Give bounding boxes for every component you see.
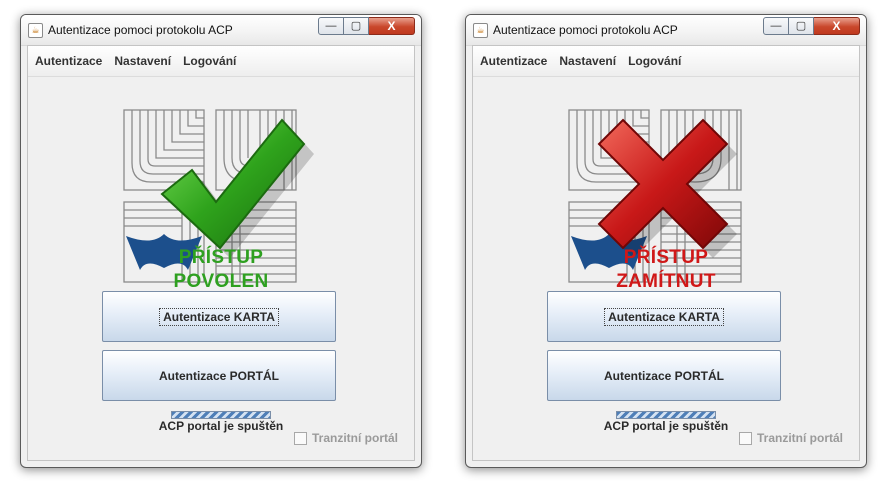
karta-auth-button[interactable]: Autentizace KARTA	[102, 291, 336, 342]
portal-auth-label: Autentizace PORTÁL	[603, 368, 724, 383]
checkmark-icon	[160, 118, 314, 258]
caption-buttons: — ▢ X	[763, 17, 860, 36]
karta-auth-label: Autentizace KARTA	[159, 307, 279, 326]
menu-autentizace[interactable]: Autentizace	[480, 54, 547, 68]
java-app-icon[interactable]: ☕	[28, 23, 43, 38]
status-line-1: PŘÍSTUP	[623, 247, 709, 268]
java-app-icon[interactable]: ☕	[473, 23, 488, 38]
menu-bar: Autentizace Nastavení Logování	[473, 46, 859, 77]
close-button[interactable]: X	[814, 17, 860, 35]
menu-logovani[interactable]: Logování	[183, 54, 236, 68]
title-bar[interactable]: ☕ Autentizace pomoci protokolu ACP — ▢ X	[466, 15, 866, 46]
minimize-button[interactable]: —	[763, 17, 789, 35]
menu-autentizace[interactable]: Autentizace	[35, 54, 102, 68]
portal-progress-bar	[171, 411, 271, 419]
acp-window-granted: ☕ Autentizace pomoci protokolu ACP — ▢ X…	[20, 14, 422, 468]
content-pane: Autentizace Nastavení Logování	[472, 45, 860, 461]
portal-progress-bar	[616, 411, 716, 419]
karta-auth-button[interactable]: Autentizace KARTA	[547, 291, 781, 342]
transit-portal-label: Tranzitní portál	[757, 431, 844, 445]
cross-icon	[597, 118, 737, 258]
portal-auth-button[interactable]: Autentizace PORTÁL	[102, 350, 336, 401]
transit-portal-checkbox[interactable]	[294, 431, 307, 445]
transit-portal-checkbox[interactable]	[739, 431, 752, 445]
transit-portal-option[interactable]: Tranzitní portál	[294, 431, 398, 445]
menu-logovani[interactable]: Logování	[628, 54, 681, 68]
acp-window-denied: ☕ Autentizace pomoci protokolu ACP — ▢ X…	[465, 14, 867, 468]
karta-auth-label: Autentizace KARTA	[604, 307, 724, 326]
maximize-button[interactable]: ▢	[789, 17, 814, 35]
status-line-2: POVOLEN	[173, 271, 269, 292]
portal-auth-button[interactable]: Autentizace PORTÁL	[547, 350, 781, 401]
close-button[interactable]: X	[369, 17, 415, 35]
window-title: Autentizace pomoci protokolu ACP	[48, 23, 233, 37]
content-pane: Autentizace Nastavení Logování	[27, 45, 415, 461]
title-bar[interactable]: ☕ Autentizace pomoci protokolu ACP — ▢ X	[21, 15, 421, 46]
minimize-button[interactable]: —	[318, 17, 344, 35]
maximize-button[interactable]: ▢	[344, 17, 369, 35]
menu-bar: Autentizace Nastavení Logování	[28, 46, 414, 77]
portal-auth-label: Autentizace PORTÁL	[158, 368, 279, 383]
transit-portal-option[interactable]: Tranzitní portál	[739, 431, 843, 445]
window-title: Autentizace pomoci protokolu ACP	[493, 23, 678, 37]
menu-nastaveni[interactable]: Nastavení	[559, 54, 616, 68]
menu-nastaveni[interactable]: Nastavení	[114, 54, 171, 68]
status-line-1: PŘÍSTUP	[178, 247, 264, 268]
status-line-2: ZAMÍTNUT	[616, 271, 716, 292]
transit-portal-label: Tranzitní portál	[312, 431, 399, 445]
caption-buttons: — ▢ X	[318, 17, 415, 36]
